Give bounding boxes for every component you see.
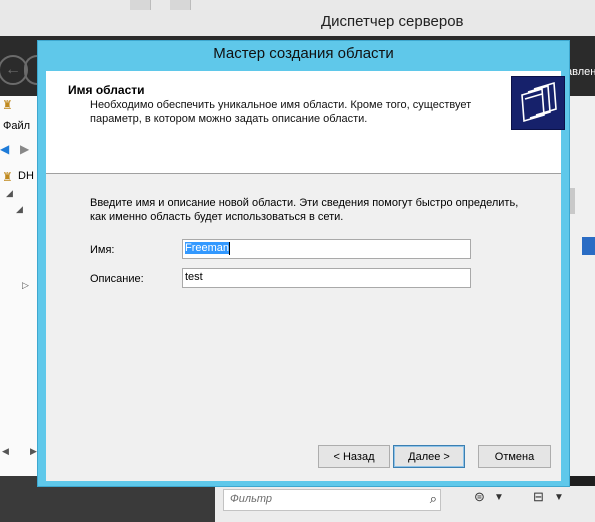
dialog-title: Мастер создания области bbox=[213, 45, 394, 62]
scope-wizard-dialog: Мастер создания области Имя области Необ… bbox=[37, 40, 570, 487]
instructions-text: Введите имя и описание новой области. Эт… bbox=[90, 197, 519, 223]
page-title: Имя области bbox=[68, 83, 145, 97]
highlighted-item[interactable] bbox=[582, 237, 595, 255]
chevron-down-icon[interactable]: ▼ bbox=[554, 492, 564, 503]
server-manager-title: Диспетчер серверов bbox=[321, 13, 464, 30]
dhcp-icon: ♜ bbox=[2, 98, 13, 112]
tree-item-dhcp[interactable]: DH bbox=[18, 170, 34, 182]
right-pane bbox=[569, 96, 595, 476]
collapsed-triangle-icon[interactable]: ▷ bbox=[22, 280, 29, 291]
dialog-client-area: Имя области Необходимо обеспечить уникал… bbox=[46, 71, 565, 481]
next-button[interactable]: Далее > bbox=[393, 445, 465, 468]
server-manager-titlebar bbox=[0, 10, 595, 36]
save-icon[interactable]: ⊟ bbox=[533, 489, 544, 505]
header-partial-text: авлен bbox=[566, 66, 595, 78]
filter-input[interactable]: Фильтр ⌕ bbox=[223, 489, 441, 511]
filter-placeholder: Фильтр bbox=[230, 493, 273, 505]
taskbar-strip bbox=[0, 0, 595, 10]
name-label: Имя: bbox=[90, 244, 115, 256]
chevron-down-icon[interactable]: ▼ bbox=[494, 492, 504, 503]
header-divider bbox=[46, 173, 561, 174]
forward-icon[interactable]: ▶ bbox=[20, 142, 29, 156]
scope-description-value: test bbox=[185, 271, 203, 283]
description-label: Описание: bbox=[90, 273, 144, 285]
scope-name-field[interactable]: Freeman bbox=[182, 239, 471, 259]
scroll-left-icon[interactable]: ◀ bbox=[2, 446, 9, 457]
back-button[interactable]: < Назад bbox=[318, 445, 390, 468]
search-icon[interactable]: ⌕ bbox=[430, 491, 437, 507]
scope-name-value: Freeman bbox=[185, 242, 230, 255]
scroll-right-icon[interactable]: ▶ bbox=[30, 446, 37, 457]
background-tab[interactable] bbox=[170, 0, 191, 10]
wizard-header: Имя области Необходимо обеспечить уникал… bbox=[46, 71, 565, 173]
expand-triangle-icon[interactable]: ◢ bbox=[6, 188, 13, 199]
menu-file[interactable]: Файл bbox=[3, 120, 30, 132]
expand-triangle-icon[interactable]: ◢ bbox=[16, 204, 23, 215]
background-tab[interactable] bbox=[130, 0, 151, 10]
page-description: Необходимо обеспечить уникальное имя обл… bbox=[90, 99, 472, 125]
scope-description-field[interactable]: test bbox=[182, 268, 471, 288]
text-caret bbox=[229, 242, 231, 255]
folders-icon bbox=[511, 76, 565, 130]
back-icon[interactable]: ◀ bbox=[0, 142, 9, 156]
cancel-button[interactable]: Отмена bbox=[478, 445, 551, 468]
list-options-icon[interactable]: ⊜ bbox=[474, 489, 485, 505]
server-icon: ♜ bbox=[2, 170, 13, 184]
